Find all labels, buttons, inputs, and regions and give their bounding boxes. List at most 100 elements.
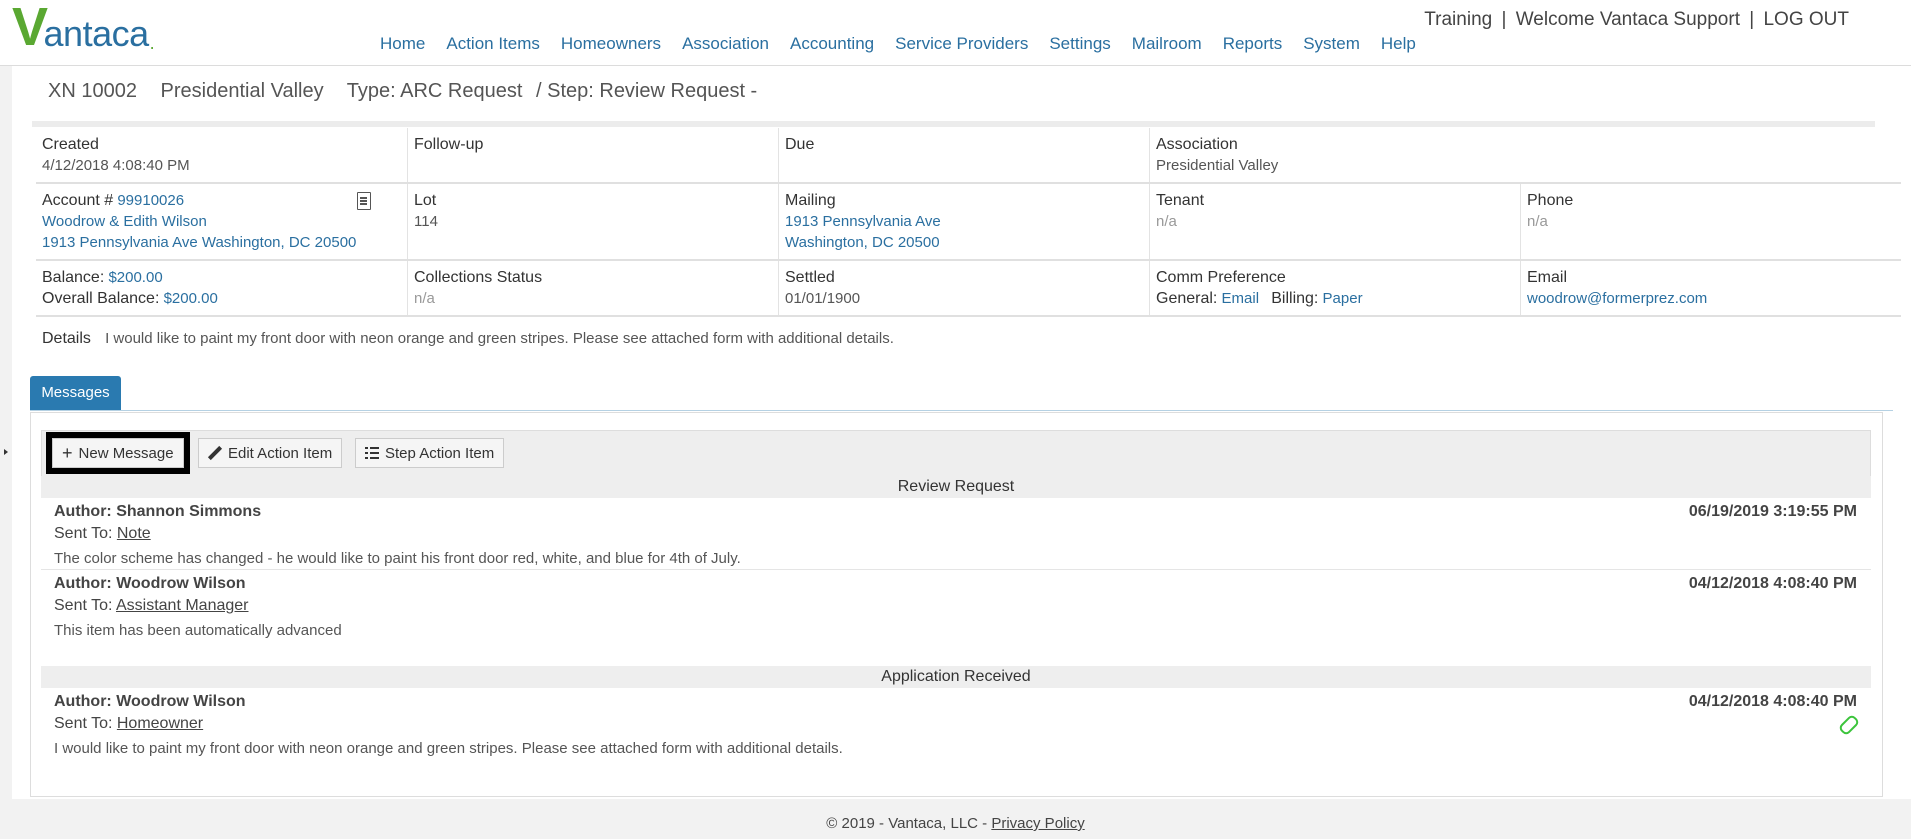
nav-service-providers[interactable]: Service Providers [895, 34, 1028, 54]
created-value: 4/12/2018 4:08:40 PM [42, 157, 190, 174]
association-cell: Association Presidential Valley [1149, 128, 1520, 182]
sent-to-link[interactable]: Homeowner [117, 715, 203, 732]
separator: | [1749, 9, 1755, 30]
vantaca-logo[interactable]: V antaca . [12, 0, 155, 54]
nav-mailroom[interactable]: Mailroom [1132, 34, 1202, 54]
page-footer: © 2019 - Vantaca, LLC - Privacy Policy [0, 815, 1911, 832]
association-value: Presidential Valley [1156, 157, 1279, 174]
due-label: Due [785, 136, 815, 153]
privacy-policy-link[interactable]: Privacy Policy [991, 815, 1084, 832]
user-menu: Training | Welcome Vantaca Support | LOG… [1422, 9, 1851, 31]
separator: | [1501, 9, 1507, 30]
message-sent-to: Sent To: Assistant Manager [54, 597, 249, 615]
settled-value: 01/01/1900 [785, 290, 861, 307]
settled-label: Settled [785, 269, 835, 286]
account-name-link[interactable]: Woodrow & Edith Wilson [42, 213, 207, 230]
info-row-account: Account # 99910026 Woodrow & Edith Wilso… [36, 184, 1901, 261]
comm-billing-label: Billing: [1271, 290, 1319, 307]
tenant-cell: Tenant n/a [1149, 184, 1520, 259]
app-header: V antaca . Training | Welcome Vantaca Su… [0, 0, 1911, 66]
nav-accounting[interactable]: Accounting [790, 34, 874, 54]
account-label: Account # [42, 192, 114, 209]
followup-label: Follow-up [414, 136, 484, 153]
tenant-label: Tenant [1156, 192, 1205, 209]
edit-action-label: Edit Action Item [228, 444, 333, 462]
logout-link[interactable]: LOG OUT [1763, 9, 1849, 30]
nav-association[interactable]: Association [682, 34, 769, 54]
message-item: Author: Woodrow Wilson 04/12/2018 4:08:4… [41, 693, 1871, 759]
overall-balance-link[interactable]: $200.00 [164, 290, 218, 307]
collections-value: n/a [414, 290, 435, 307]
item-id: XN 10002 [48, 80, 137, 102]
step-action-item-button[interactable]: Step Action Item [355, 438, 505, 468]
nav-reports[interactable]: Reports [1223, 34, 1283, 54]
sent-to-label: Sent To: [54, 525, 113, 542]
phone-value: n/a [1527, 213, 1548, 230]
new-message-button[interactable]: + New Message [46, 432, 190, 474]
tab-messages[interactable]: Messages [30, 376, 121, 410]
sent-to-label: Sent To: [54, 715, 113, 732]
list-icon [365, 447, 379, 459]
info-grid: Created 4/12/2018 4:08:40 PM Follow-up D… [36, 128, 1901, 317]
sidebar-toggle-icon[interactable] [4, 449, 8, 455]
email-link[interactable]: woodrow@formerprez.com [1527, 290, 1707, 307]
created-cell: Created 4/12/2018 4:08:40 PM [36, 128, 407, 182]
message-item: Author: Woodrow Wilson 04/12/2018 4:08:4… [41, 575, 1871, 641]
account-cell: Account # 99910026 Woodrow & Edith Wilso… [36, 184, 407, 259]
comm-pref-cell: Comm Preference General: Email Billing: … [1149, 261, 1520, 315]
info-row-dates: Created 4/12/2018 4:08:40 PM Follow-up D… [36, 128, 1901, 184]
group-header-application-received: Application Received [41, 666, 1871, 688]
sent-to-link[interactable]: Note [117, 525, 151, 542]
edit-action-item-button[interactable]: Edit Action Item [198, 438, 343, 468]
message-item: Author: Shannon Simmons 06/19/2019 3:19:… [41, 503, 1871, 570]
sent-to-label: Sent To: [54, 597, 113, 614]
nav-help[interactable]: Help [1381, 34, 1416, 54]
main-nav: Home Action Items Homeowners Association… [380, 34, 1416, 54]
created-label: Created [42, 136, 99, 153]
nav-settings[interactable]: Settings [1049, 34, 1110, 54]
message-body: I would like to paint my front door with… [54, 740, 843, 757]
pencil-icon [208, 446, 222, 460]
mailing-cell: Mailing 1913 Pennsylvania Ave Washington… [778, 184, 1149, 259]
email-label: Email [1527, 269, 1568, 286]
tenant-value: n/a [1156, 213, 1177, 230]
balance-cell: Balance: $200.00 Overall Balance: $200.0… [36, 261, 407, 315]
email-cell: Email woodrow@formerprez.com [1520, 261, 1901, 315]
details-label: Details [42, 330, 91, 347]
due-cell: Due [778, 128, 1149, 182]
comm-general-link[interactable]: Email [1222, 290, 1260, 307]
group-header-review-request: Review Request [41, 476, 1871, 498]
message-author: Author: Shannon Simmons [54, 503, 262, 520]
phone-cell: Phone n/a [1520, 184, 1901, 259]
lot-cell: Lot 114 [407, 184, 778, 259]
details-text: I would like to paint my front door with… [105, 330, 894, 347]
settled-cell: Settled 01/01/1900 [778, 261, 1149, 315]
tab-underline [30, 410, 1893, 411]
title-divider [32, 121, 1875, 127]
mailing-line2-link[interactable]: Washington, DC 20500 [785, 234, 940, 251]
empty-cell [1520, 128, 1901, 182]
messages-toolbar: + New Message Edit Action Item Step Acti… [41, 430, 1871, 478]
page-title: XN 10002 Presidential Valley Type: ARC R… [48, 80, 775, 103]
phone-label: Phone [1527, 192, 1574, 209]
logo-dot: . [149, 33, 155, 53]
details-row: Details I would like to paint my front d… [42, 330, 894, 348]
welcome-text: Welcome Vantaca Support [1515, 9, 1740, 30]
message-body: The color scheme has changed - he would … [54, 550, 741, 567]
comm-billing-link[interactable]: Paper [1323, 290, 1363, 307]
message-sent-to: Sent To: Note [54, 525, 151, 543]
nav-home[interactable]: Home [380, 34, 425, 54]
account-number-link[interactable]: 99910026 [117, 192, 184, 209]
document-icon[interactable] [357, 192, 371, 210]
sent-to-link[interactable]: Assistant Manager [116, 597, 249, 614]
nav-homeowners[interactable]: Homeowners [561, 34, 661, 54]
balance-link[interactable]: $200.00 [108, 269, 162, 286]
collections-cell: Collections Status n/a [407, 261, 778, 315]
logo-v: V [12, 0, 48, 57]
mailing-line1-link[interactable]: 1913 Pennsylvania Ave [785, 213, 941, 230]
paperclip-icon[interactable] [1837, 713, 1861, 737]
account-address-link[interactable]: 1913 Pennsylvania Ave Washington, DC 205… [42, 234, 356, 251]
nav-system[interactable]: System [1303, 34, 1360, 54]
nav-action-items[interactable]: Action Items [446, 34, 540, 54]
followup-cell: Follow-up [407, 128, 778, 182]
